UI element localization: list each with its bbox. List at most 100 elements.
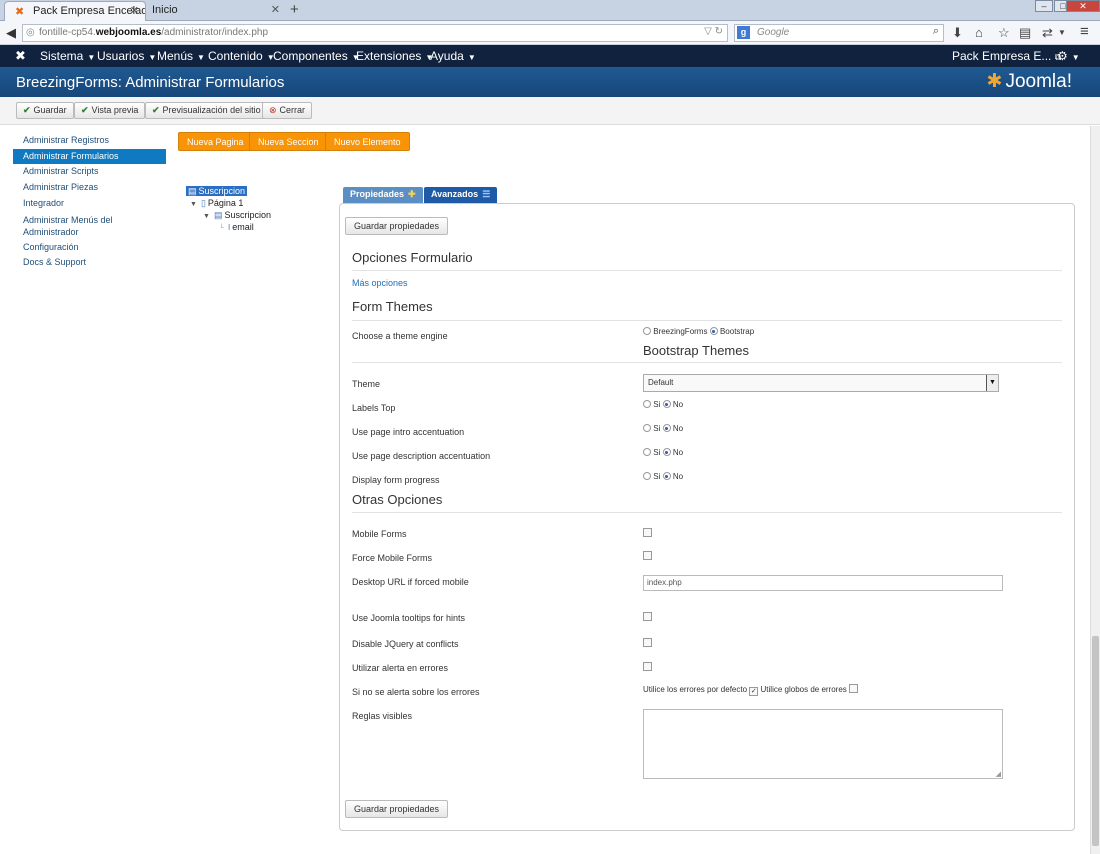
- menu-label: Contenido: [208, 49, 263, 63]
- joomla-tooltips-label: Use Joomla tooltips for hints: [352, 613, 466, 623]
- bookmarks-icon[interactable]: ▤: [1019, 25, 1031, 41]
- mobile-forms-checkbox[interactable]: [643, 528, 652, 537]
- desktop-url-input[interactable]: index.php: [643, 575, 1003, 591]
- page-header: BreezingForms: Administrar Formularios ✱…: [0, 67, 1100, 97]
- radio-no[interactable]: [662, 400, 671, 408]
- sidebar-item-formularios[interactable]: Administrar Formularios: [13, 148, 166, 165]
- page-scrollbar[interactable]: [1090, 126, 1100, 854]
- sidebar-item-piezas[interactable]: Administrar Piezas: [13, 180, 166, 196]
- joomla-tooltips-checkbox[interactable]: [643, 612, 652, 621]
- theme-label: Theme: [352, 379, 381, 389]
- radio-yes[interactable]: [643, 472, 651, 480]
- browser-tab-inicio[interactable]: Inicio ✕: [146, 1, 286, 21]
- tab-properties[interactable]: Propiedades ✚: [343, 187, 423, 203]
- properties-star-icon: ✚: [408, 189, 416, 199]
- home-icon[interactable]: ⌂: [975, 25, 983, 40]
- menu-label: Extensiones: [356, 49, 422, 63]
- default-errors-checkbox[interactable]: ✓: [749, 687, 759, 696]
- radio-no[interactable]: [662, 448, 671, 456]
- sidebar-item-menus-admin[interactable]: Administrar Menús del Administrador: [13, 212, 133, 240]
- new-element-button[interactable]: Nuevo Elemento: [325, 132, 410, 151]
- sidebar-item-scripts[interactable]: Administrar Scripts: [13, 164, 166, 180]
- browser-tab-active[interactable]: ✖ Pack Empresa Encelado - A... ✕: [4, 1, 146, 21]
- form-progress-label: Display form progress: [352, 475, 440, 485]
- visible-rules-textarea[interactable]: ◢: [643, 709, 1003, 779]
- search-icon[interactable]: ⌕: [933, 25, 939, 38]
- more-options-link[interactable]: Más opciones: [352, 278, 408, 288]
- sidebar-item-configuracion[interactable]: Configuración: [13, 240, 166, 256]
- menu-componentes[interactable]: Componentes ▼: [273, 49, 360, 63]
- menu-sistema[interactable]: Sistema ▼: [40, 49, 95, 63]
- site-preview-button[interactable]: ✔ Previsualización del sitio: [145, 102, 268, 119]
- disable-jquery-checkbox[interactable]: [643, 638, 652, 647]
- bookmark-star-icon[interactable]: ☆: [998, 25, 1010, 41]
- menu-label: Componentes: [273, 49, 348, 63]
- close-tab-icon[interactable]: ✕: [130, 4, 139, 17]
- minimize-window-icon[interactable]: –: [1035, 0, 1053, 12]
- sidebar-item-registros[interactable]: Administrar Registros: [13, 133, 166, 149]
- menu-contenido[interactable]: Contenido ▼: [208, 49, 275, 63]
- download-icon[interactable]: ⬇: [952, 25, 963, 41]
- global-errors-checkbox[interactable]: [849, 684, 859, 693]
- close-button[interactable]: ⊗ Cerrar: [262, 102, 313, 119]
- new-tab-button[interactable]: +: [290, 1, 299, 18]
- default-errors-label: Utilice los errores por defecto: [643, 685, 748, 694]
- force-mobile-checkbox[interactable]: [643, 551, 652, 560]
- radio-yes[interactable]: [643, 424, 651, 432]
- settings-menu[interactable]: ⚙ ▼: [1057, 49, 1080, 63]
- tree-connector-icon: └: [219, 225, 224, 232]
- save-properties-button-bottom[interactable]: Guardar propiedades: [345, 800, 449, 818]
- sync-icon[interactable]: ⇄: [1042, 25, 1053, 41]
- tree-node-element[interactable]: └ Iemail: [219, 222, 254, 232]
- error-alert-checkbox[interactable]: [643, 662, 652, 671]
- reload-icon[interactable]: ▽ ↻: [704, 26, 723, 37]
- menu-extensiones[interactable]: Extensiones ▼: [356, 49, 433, 63]
- joomla-logo-icon[interactable]: ✖: [15, 48, 26, 64]
- scrollbar-thumb[interactable]: [1092, 636, 1099, 846]
- radio-no[interactable]: [662, 472, 671, 480]
- radio-yes[interactable]: [643, 400, 651, 408]
- form-icon: ▤: [188, 186, 197, 196]
- close-window-icon[interactable]: ✕: [1066, 0, 1100, 12]
- browser-tab-title: Inicio: [152, 4, 178, 16]
- sidebar-item-integrador[interactable]: Integrador: [13, 196, 166, 212]
- theme-select[interactable]: Default ▼: [643, 374, 999, 392]
- close-tab-icon[interactable]: ✕: [271, 3, 280, 16]
- new-page-button[interactable]: Nueva Pagina: [178, 132, 253, 151]
- radio-label: Bootstrap: [719, 327, 755, 336]
- search-bar[interactable]: g Google ⌕: [734, 24, 944, 42]
- radio-label: No: [672, 472, 684, 481]
- sidebar-item-docs[interactable]: Docs & Support: [13, 255, 166, 271]
- menu-label: Menús: [157, 49, 194, 63]
- save-button[interactable]: ✔ Guardar: [16, 102, 74, 119]
- save-properties-button-top[interactable]: Guardar propiedades: [345, 217, 449, 235]
- radio-breezingforms[interactable]: [643, 327, 651, 335]
- menu-menus[interactable]: Menús ▼: [157, 49, 205, 63]
- site-link-label: Pack Empresa E...: [952, 49, 1052, 63]
- site-link[interactable]: Pack Empresa E... ⧉: [952, 49, 1061, 63]
- resize-grip-icon[interactable]: ◢: [996, 770, 1001, 778]
- joomla-brand: ✱ Joomla!: [987, 70, 1072, 93]
- radio-no[interactable]: [662, 424, 671, 432]
- tree-node-form[interactable]: ▤ Suscripcion: [186, 186, 248, 197]
- menu-ayuda[interactable]: Ayuda ▼: [430, 49, 476, 63]
- divider: [352, 362, 1062, 363]
- tree-node-section[interactable]: ▼ ▤ Suscripcion: [203, 210, 271, 221]
- intro-accentuation-label: Use page intro accentuation: [352, 427, 465, 437]
- new-section-button[interactable]: Nueva Seccion: [249, 132, 328, 151]
- sync-dropdown-icon[interactable]: ▼: [1058, 28, 1066, 37]
- tree-node-label: email: [232, 222, 254, 232]
- tree-node-page[interactable]: ▼ ▯ Página 1: [190, 198, 243, 209]
- radio-bootstrap[interactable]: [709, 327, 718, 335]
- radio-label: Si: [653, 400, 661, 409]
- menu-usuarios[interactable]: Usuarios ▼: [97, 49, 156, 63]
- description-accentuation-label: Use page description accentuation: [352, 451, 491, 461]
- menu-icon[interactable]: ≡: [1080, 23, 1089, 40]
- preview-button[interactable]: ✔ Vista previa: [74, 102, 146, 119]
- back-icon[interactable]: ◀: [6, 25, 16, 41]
- address-bar[interactable]: ◎ fontille-cp54.webjoomla.es/administrat…: [22, 24, 728, 42]
- radio-yes[interactable]: [643, 448, 651, 456]
- force-mobile-label: Force Mobile Forms: [352, 553, 433, 563]
- tab-advanced[interactable]: Avanzados ☰: [424, 187, 498, 203]
- divider: [352, 320, 1062, 321]
